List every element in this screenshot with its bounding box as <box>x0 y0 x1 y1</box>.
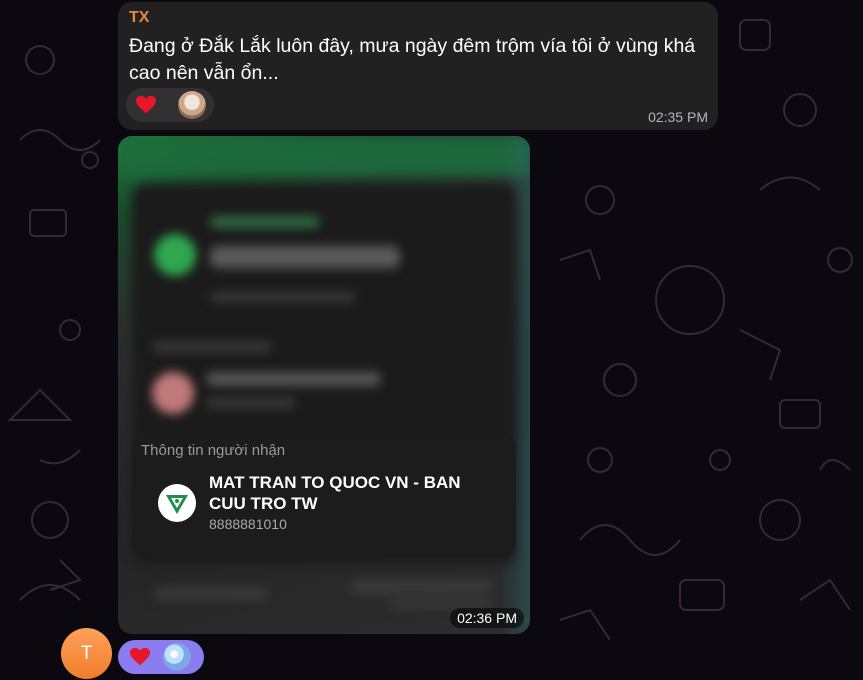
blurred-amount <box>210 246 400 268</box>
photo-message[interactable]: Thông tin người nhận MAT TRAN TO QUOC VN… <box>118 136 530 634</box>
sender-name[interactable]: TX <box>129 9 149 27</box>
avatar[interactable]: T <box>61 628 112 679</box>
recipient-name: MAT TRAN TO QUOC VN - BAN CUU TRO TW <box>209 473 461 513</box>
blurred-text <box>350 580 492 594</box>
blurred-text <box>210 292 355 302</box>
mttq-logo-icon <box>158 484 196 522</box>
message-text: Đang ở Đắk Lắk luôn đây, mưa ngày đêm tr… <box>129 35 696 84</box>
message-bubble[interactable]: TX Đang ở Đắk Lắk luôn đây, mưa ngày đêm… <box>118 2 718 130</box>
reaction-avatar <box>163 643 191 671</box>
heart-icon <box>135 94 157 116</box>
blurred-circle <box>154 234 196 276</box>
blurred-avatar <box>152 372 194 414</box>
heart-icon <box>128 646 152 668</box>
blurred-text <box>152 342 272 352</box>
reaction-chip[interactable] <box>126 88 214 122</box>
blurred-text <box>210 216 320 228</box>
blurred-text <box>154 588 269 600</box>
blurred-header <box>118 136 530 176</box>
blurred-text <box>206 398 296 408</box>
reaction-avatar <box>178 91 206 119</box>
recipient-label: Thông tin người nhận <box>141 442 286 459</box>
blurred-text <box>206 372 381 386</box>
recipient-account: 8888881010 <box>209 516 287 532</box>
photo-time: 02:36 PM <box>450 608 524 628</box>
message-time: 02:35 PM <box>648 109 708 125</box>
reaction-chip[interactable] <box>118 640 204 674</box>
blurred-text <box>390 598 492 608</box>
